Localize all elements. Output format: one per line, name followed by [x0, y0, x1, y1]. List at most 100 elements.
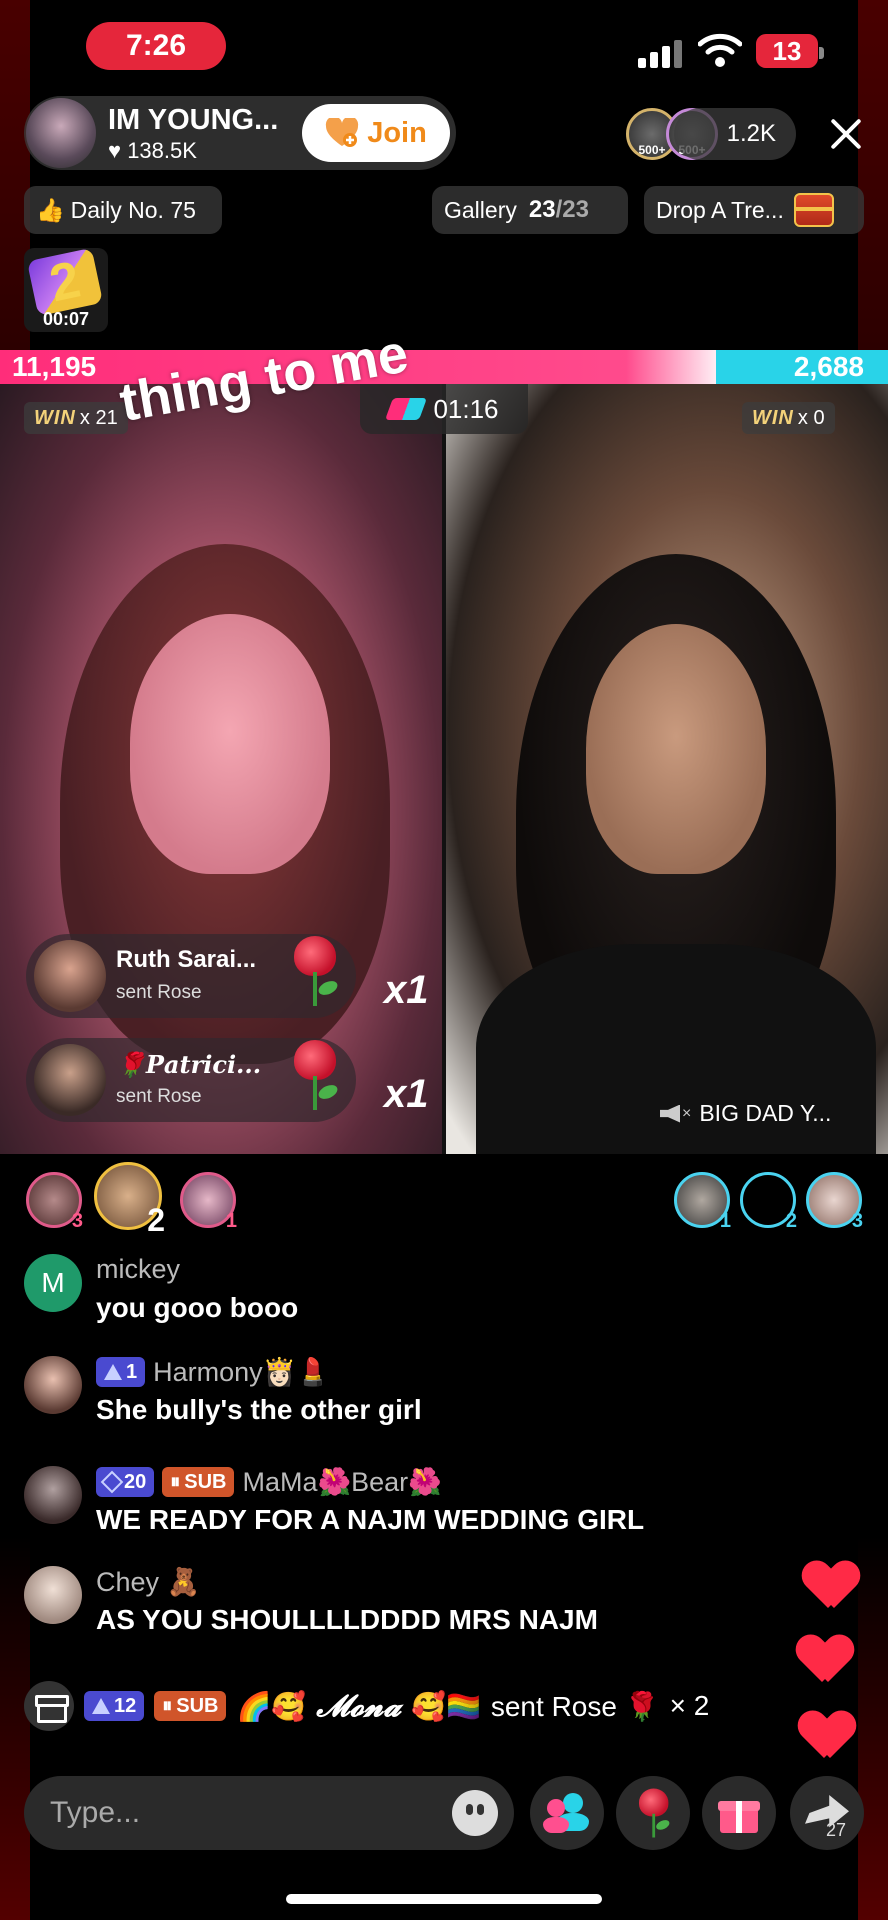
gift-box-icon — [718, 1793, 760, 1833]
gift-action: sent Rose — [116, 1086, 202, 1107]
win-count: x 21 — [79, 406, 118, 429]
floating-heart-icon — [800, 1712, 854, 1760]
score-spark — [626, 350, 716, 384]
gallery-pill[interactable]: Gallery 23/23 — [432, 186, 628, 234]
gifter-avatar — [34, 940, 106, 1012]
chat-username-text: mickey — [96, 1254, 181, 1284]
chat-avatar[interactable] — [24, 1566, 82, 1624]
join-label: Join — [367, 116, 427, 149]
left-score: 11,195 — [12, 351, 97, 382]
level-badge: 12 — [84, 1691, 145, 1721]
level-triangle-icon — [92, 1698, 110, 1714]
subscriber-label: SUB — [176, 1694, 219, 1717]
viewer-count[interactable]: 1.2K — [674, 108, 796, 160]
win-label: WIN — [752, 406, 794, 429]
battle-timer: 01:16 — [360, 384, 528, 434]
opponent-name: BIG DAD Y... — [699, 1100, 832, 1126]
opponent-video[interactable] — [446, 384, 888, 1154]
comment-input[interactable]: Type... — [24, 1776, 514, 1850]
chat-username[interactable]: mickey — [96, 1254, 180, 1285]
level-diamond-icon — [100, 1470, 124, 1494]
left-supporter-avatar[interactable]: 3 — [26, 1172, 83, 1232]
left-win-streak: WIN x 21 — [24, 402, 128, 434]
daily-rank-label: Daily No. 75 — [70, 196, 196, 223]
home-indicator[interactable] — [286, 1894, 602, 1904]
gift-multiplier: x1 — [384, 1072, 429, 1116]
gift-icon[interactable] — [24, 1681, 74, 1731]
gift-username[interactable]: 𝓜𝓸𝓷𝓪 — [316, 1689, 401, 1724]
right-supporter-avatar[interactable]: 3 — [806, 1172, 863, 1232]
right-supporter-avatar[interactable]: 1 — [674, 1172, 731, 1232]
join-button[interactable]: Join — [302, 104, 450, 162]
host-card[interactable]: IM YOUNG... ♥ 138.5K Join — [24, 96, 456, 170]
chat-username[interactable]: Chey 🧸 — [96, 1566, 200, 1598]
chat-username-text: Chey 🧸 — [96, 1567, 201, 1597]
chat-message[interactable]: M mickey you gooo booo — [24, 1254, 784, 1334]
host-likes-count: 138.5K — [127, 138, 197, 163]
gift-chat-line: 12 ⏸ SUB 🌈🥰 𝓜𝓸𝓷𝓪 🥰🏳️‍🌈 sent Rose 🌹 × 2 — [24, 1678, 709, 1734]
comment-placeholder: Type... — [50, 1796, 141, 1829]
supporter-rank: 2 — [785, 1210, 797, 1232]
status-bar: 7:26 13 — [0, 0, 888, 96]
gallery-label: Gallery — [444, 196, 517, 223]
left-supporter-avatar[interactable]: 1 — [180, 1172, 237, 1232]
chat-avatar[interactable] — [24, 1466, 82, 1524]
right-supporter-avatar[interactable]: 2 — [740, 1172, 797, 1232]
supporter-rank: 1 — [225, 1210, 237, 1232]
cellular-signal-icon — [638, 40, 686, 68]
chat-username[interactable]: 20 ⏸ SUB MaMa🌺Bear🌺 — [96, 1466, 442, 1498]
chat-text: She bully's the other girl — [96, 1394, 422, 1425]
daily-rank-pill[interactable]: 👍 Daily No. 75 — [24, 186, 222, 234]
game-badge[interactable]: 2 00:07 — [24, 248, 108, 332]
level-triangle-icon — [104, 1364, 122, 1380]
win-label: WIN — [34, 406, 76, 429]
level-badge: 20 — [96, 1467, 155, 1497]
opponent-face — [586, 624, 766, 874]
subscriber-label: SUB — [184, 1470, 227, 1493]
viewer-badge: 500+ — [638, 143, 666, 157]
treasure-pill[interactable]: Drop A Tre... — [644, 186, 864, 234]
treasure-label: Drop A Tre... — [656, 196, 784, 223]
close-icon[interactable] — [826, 114, 866, 154]
gallery-current: 23 — [528, 196, 556, 223]
supporter-rank: 3 — [71, 1210, 83, 1232]
gift-user-emoji: 🌈🥰 — [236, 1690, 307, 1722]
gift-multiplier: x1 — [384, 968, 429, 1012]
gift-action: sent Rose — [116, 982, 202, 1003]
chat-message[interactable]: Chey 🧸 AS YOU SHOULLLLDDDD MRS NAJM — [24, 1566, 784, 1646]
gifter-avatar — [34, 1044, 106, 1116]
rose-icon — [632, 1788, 674, 1838]
host-name: IM YOUNG... — [108, 104, 279, 136]
chat-message[interactable]: 20 ⏸ SUB MaMa🌺Bear🌺 WE READY FOR A NAJM W… — [24, 1466, 784, 1546]
chat-username[interactable]: 1 Harmony👸🏻💄 — [96, 1356, 330, 1388]
gallery-count: 23/23 — [529, 196, 589, 224]
thumbs-up-icon: 👍 — [36, 196, 65, 223]
treasure-chest-icon — [793, 193, 834, 227]
gift-button[interactable] — [702, 1776, 776, 1850]
gift-action-text: sent Rose 🌹 — [490, 1690, 660, 1722]
subscriber-badge: ⏸ SUB — [162, 1467, 235, 1497]
level-number: 1 — [126, 1360, 138, 1383]
speaker-muted-icon — [660, 1104, 680, 1123]
gift-user-emoji: 🥰🏳️‍🌈 — [411, 1690, 481, 1722]
battle-icon — [385, 398, 428, 420]
rose-gift-button[interactable] — [616, 1776, 690, 1850]
level-badge: 1 — [96, 1357, 146, 1387]
emoji-icon[interactable] — [452, 1790, 498, 1836]
chat-avatar[interactable] — [24, 1356, 82, 1414]
chat-avatar[interactable]: M — [24, 1254, 82, 1312]
supporter-rank: 2 — [147, 1202, 165, 1238]
game-timer: 00:07 — [42, 309, 90, 329]
chat-message[interactable]: 1 Harmony👸🏻💄 She bully's the other girl — [24, 1356, 784, 1436]
status-time: 7:26 — [86, 22, 226, 70]
gifter-name: 🌹𝑷𝒂𝒕𝒓𝒊𝒄𝒊... — [116, 1050, 262, 1079]
supporter-rank: 1 — [719, 1210, 731, 1232]
chat-text: AS YOU SHOULLLLDDDD MRS NAJM — [96, 1604, 598, 1635]
guest-invite-button[interactable] — [530, 1776, 604, 1850]
host-avatar[interactable] — [26, 98, 96, 168]
opponent-name-tag[interactable]: × BIG DAD Y... — [660, 1100, 831, 1127]
battery-indicator: 13 — [756, 34, 824, 68]
chat-text: WE READY FOR A NAJM WEDDING GIRL — [96, 1504, 645, 1535]
right-win-streak: WIN x 0 — [742, 402, 835, 434]
left-supporter-avatar[interactable]: 2 — [94, 1162, 165, 1238]
